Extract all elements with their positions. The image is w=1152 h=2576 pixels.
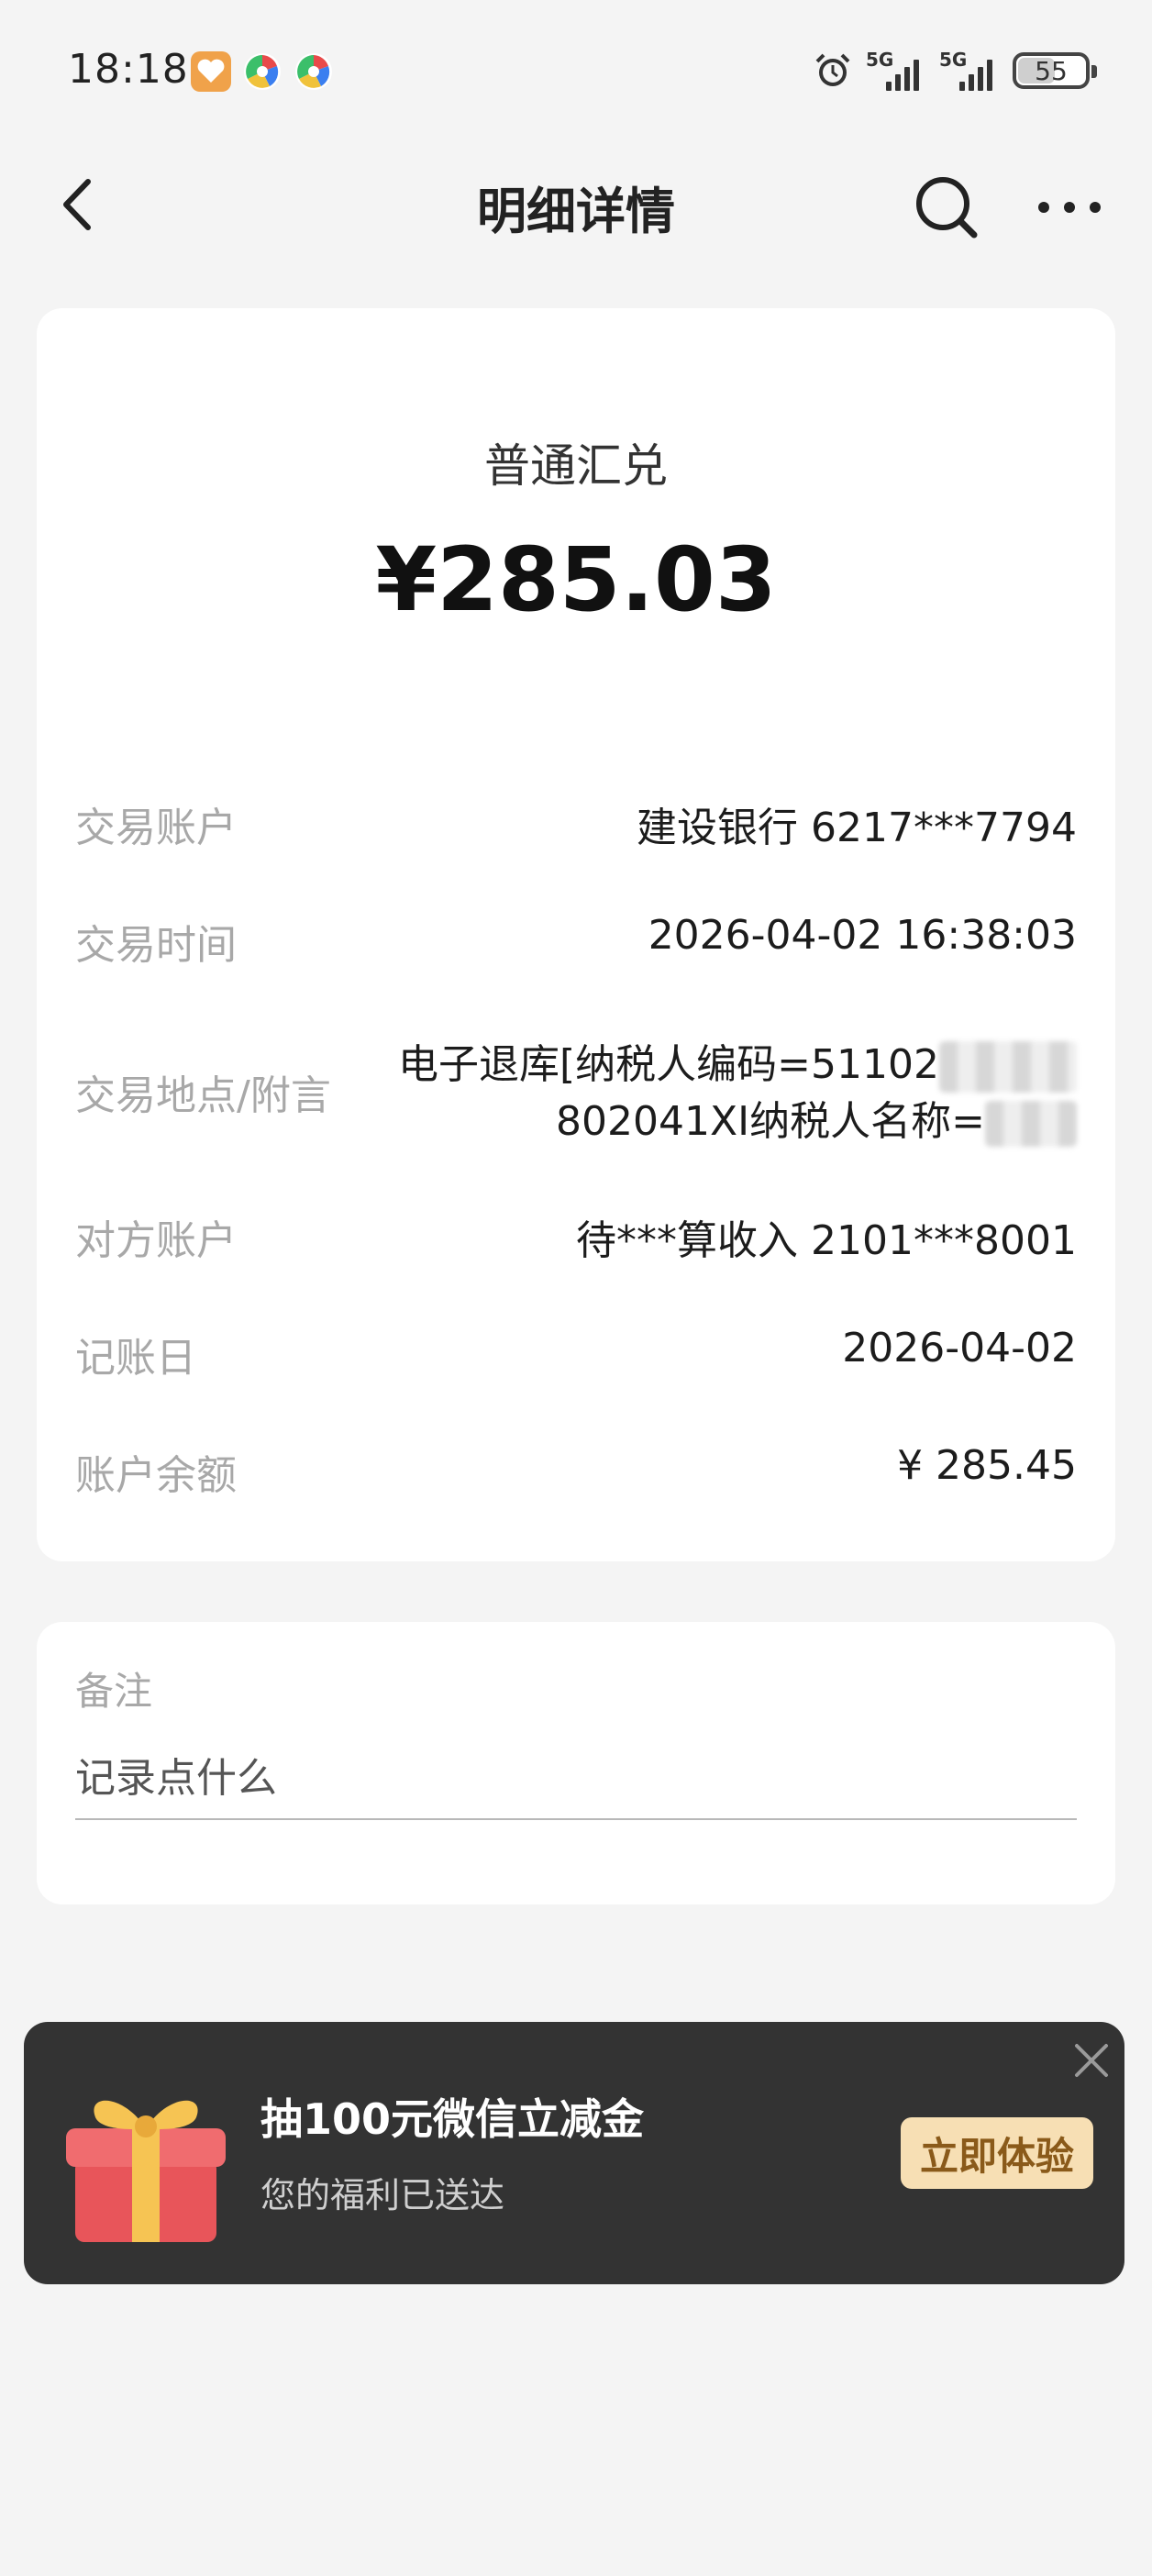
- status-bar: 18:18 5G 5G 55: [0, 0, 1152, 138]
- redacted-blur: [939, 1041, 1077, 1093]
- note-card: 备注: [37, 1622, 1115, 1904]
- battery-icon: 55: [1013, 52, 1097, 89]
- detail-label: 账户余额: [75, 1452, 237, 1499]
- signal-icon: 5G: [939, 49, 1000, 91]
- detail-value-line2: 802041XI纳税人名称=: [556, 1098, 985, 1145]
- detail-value: ¥ 285.45: [897, 1442, 1077, 1489]
- detail-value: 待***算收入 2101***8001: [576, 1217, 1077, 1264]
- try-now-button[interactable]: 立即体验: [901, 2117, 1093, 2189]
- detail-value-line1: 电子退库[纳税人编码=51102: [397, 1041, 939, 1088]
- promo-banner[interactable]: 抽100元微信立减金 您的福利已送达 立即体验: [24, 2022, 1124, 2284]
- header: 明细详情: [0, 147, 1152, 266]
- signal-icon: 5G: [866, 49, 926, 91]
- pinwheel-app-icon: [244, 53, 281, 90]
- detail-value: 电子退库[纳税人编码=51102 802041XI纳税人名称=: [398, 1037, 1077, 1150]
- search-icon[interactable]: [912, 172, 981, 242]
- battery-percent: 55: [1035, 55, 1068, 86]
- detail-label: 记账日: [75, 1335, 196, 1382]
- transaction-amount: ¥285.03: [375, 528, 777, 631]
- note-label: 备注: [75, 1669, 153, 1714]
- transaction-detail-card: 普通汇兑 ¥285.03 交易账户 建设银行 6217***7794 交易时间 …: [37, 308, 1115, 1561]
- gift-box-icon: [66, 2100, 226, 2242]
- detail-label: 交易地点/附言: [75, 1072, 331, 1119]
- transaction-type: 普通汇兑: [484, 439, 668, 493]
- redacted-blur: [985, 1101, 1077, 1147]
- detail-label: 交易账户: [75, 805, 237, 851]
- detail-value: 建设银行 6217***7794: [637, 805, 1077, 851]
- detail-value: 2026-04-02: [842, 1325, 1077, 1371]
- alarm-icon: [815, 53, 850, 86]
- promo-subtitle: 您的福利已送达: [260, 2175, 505, 2215]
- detail-label: 对方账户: [75, 1217, 237, 1264]
- pinwheel-app-icon: [295, 53, 332, 90]
- detail-label: 交易时间: [75, 922, 237, 969]
- close-icon[interactable]: [1064, 2033, 1119, 2088]
- health-app-icon: [191, 51, 231, 92]
- status-time: 18:18: [68, 46, 189, 93]
- note-input[interactable]: [75, 1738, 1077, 1820]
- more-dots-icon[interactable]: [1033, 174, 1106, 239]
- promo-title: 抽100元微信立减金: [260, 2094, 645, 2144]
- detail-value: 2026-04-02 16:38:03: [648, 912, 1077, 959]
